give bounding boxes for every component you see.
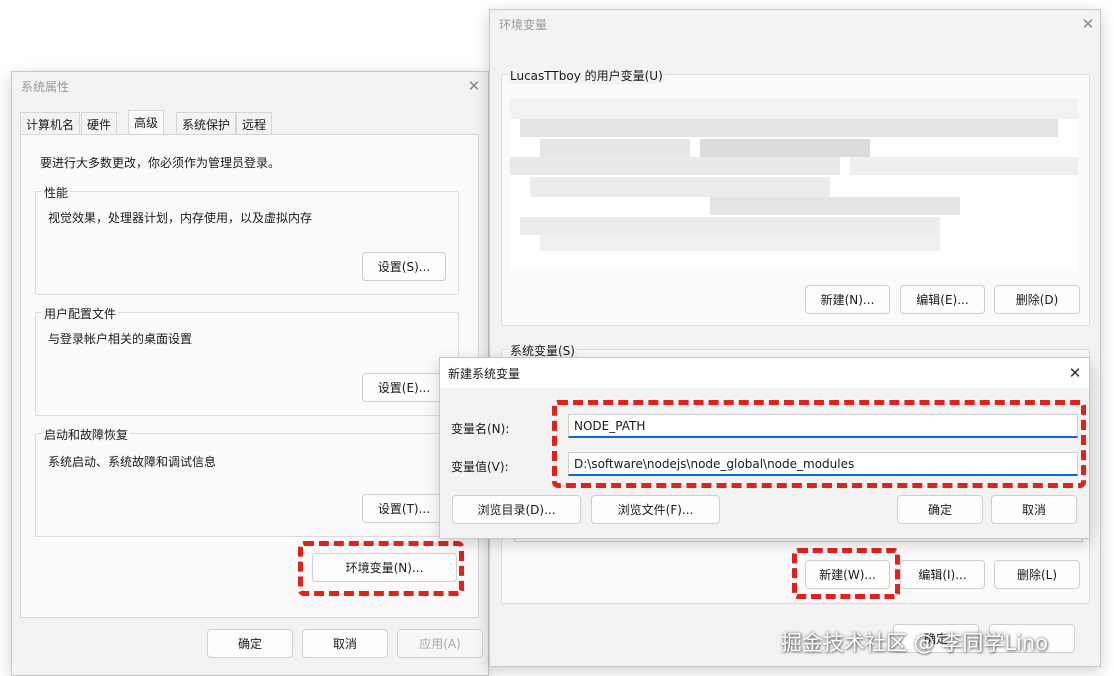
blurred-row <box>530 177 830 197</box>
user-edit-button[interactable]: 编辑(E)... <box>900 285 985 314</box>
sysprop-ok-button[interactable]: 确定 <box>207 629 293 658</box>
variable-value-label: 变量值(V): <box>451 460 509 474</box>
user-profile-label: 用户配置文件 <box>42 305 119 322</box>
admin-notice: 要进行大多数更改，你必须作为管理员登录。 <box>40 156 281 170</box>
close-icon[interactable]: ✕ <box>466 78 482 94</box>
performance-desc: 视觉效果，处理器计划，内存使用，以及虚拟内存 <box>48 211 313 225</box>
performance-settings-button[interactable]: 设置(S)... <box>362 252 446 281</box>
blurred-row <box>540 235 940 251</box>
window-title: 系统属性 <box>21 80 70 94</box>
browse-file-button[interactable]: 浏览文件(F)... <box>591 495 720 524</box>
window-title: 新建系统变量 <box>448 367 521 381</box>
blurred-row <box>520 119 1058 137</box>
tab-remote[interactable]: 远程 <box>236 112 273 134</box>
dialog-titlebar <box>440 358 1089 388</box>
blurred-row <box>510 99 1078 119</box>
tab-computer-name[interactable]: 计算机名 <box>20 112 81 134</box>
user-variables-list[interactable] <box>510 99 1078 271</box>
system-delete-button[interactable]: 删除(L) <box>994 560 1080 589</box>
blurred-row <box>700 139 870 157</box>
user-delete-button[interactable]: 删除(D) <box>994 285 1080 314</box>
tab-system-protection[interactable]: 系统保护 <box>176 112 237 134</box>
watermark: 掘金技术社区 @ 李同学Lino <box>781 631 1049 655</box>
blurred-row <box>510 157 840 175</box>
newvar-ok-button[interactable]: 确定 <box>897 495 983 524</box>
user-profile-desc: 与登录帐户相关的桌面设置 <box>48 332 193 346</box>
startup-recovery-desc: 系统启动、系统故障和调试信息 <box>48 455 217 469</box>
blurred-row <box>540 139 690 157</box>
close-icon[interactable]: ✕ <box>1067 365 1083 381</box>
tab-advanced[interactable]: 高级 <box>128 110 165 135</box>
highlight-input-fields <box>552 400 1086 488</box>
sysprop-cancel-button[interactable]: 取消 <box>302 629 388 658</box>
startup-recovery-label: 启动和故障恢复 <box>42 426 131 443</box>
blurred-row <box>850 157 1078 175</box>
newvar-cancel-button[interactable]: 取消 <box>991 495 1077 524</box>
blurred-row <box>520 217 940 235</box>
highlight-system-new-button <box>792 548 900 599</box>
browse-directory-button[interactable]: 浏览目录(D)... <box>452 495 581 524</box>
variable-name-label: 变量名(N): <box>451 422 510 436</box>
user-variables-label: LucasTTboy 的用户变量(U) <box>508 67 665 84</box>
system-edit-button[interactable]: 编辑(I)... <box>900 560 985 589</box>
user-profile-settings-button[interactable]: 设置(E)... <box>362 373 446 402</box>
blurred-row <box>710 197 960 215</box>
close-icon[interactable]: ✕ <box>1080 16 1096 32</box>
performance-label: 性能 <box>42 184 71 201</box>
window-title: 环境变量 <box>499 18 548 32</box>
highlight-env-button <box>298 541 464 596</box>
tab-hardware[interactable]: 硬件 <box>81 112 118 134</box>
startup-settings-button[interactable]: 设置(T)... <box>362 494 446 523</box>
sysprop-apply-button[interactable]: 应用(A) <box>397 629 483 658</box>
user-new-button[interactable]: 新建(N)... <box>805 285 890 314</box>
